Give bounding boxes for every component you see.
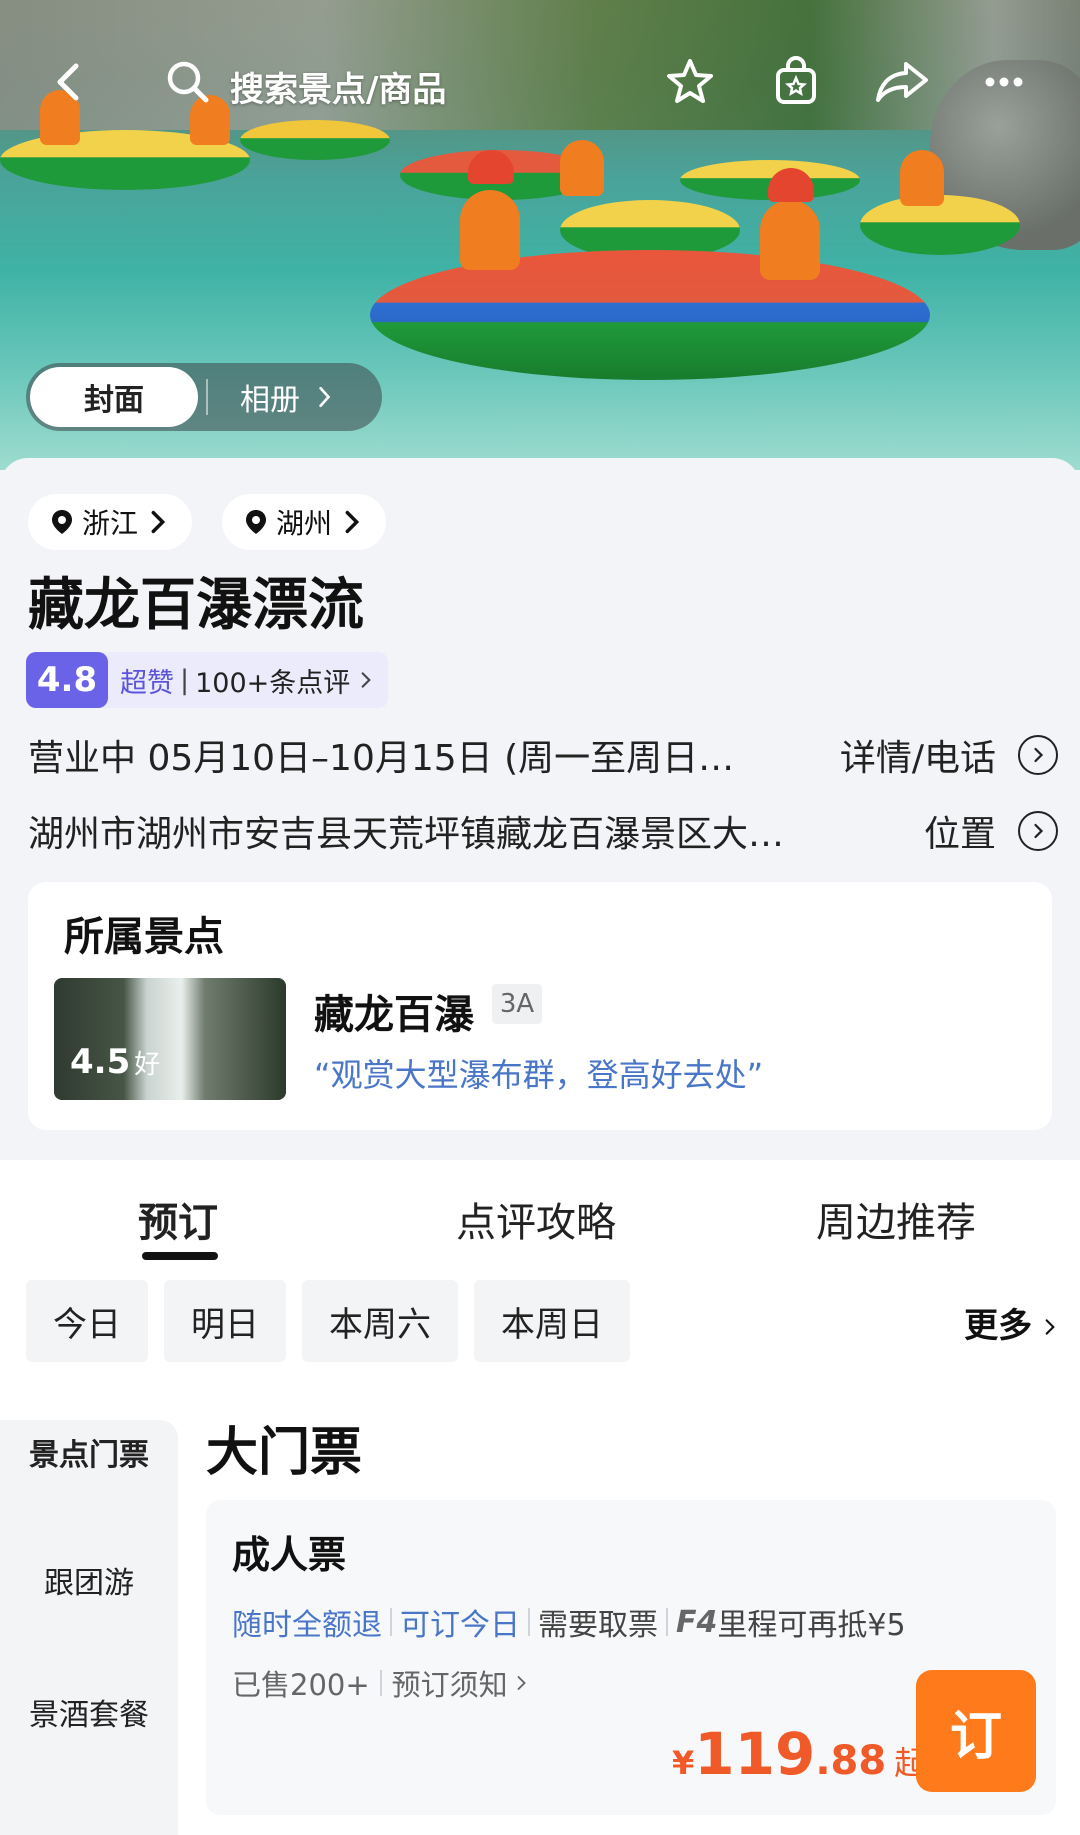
search-icon[interactable] [156,50,220,114]
price-integer: 119 [694,1720,816,1788]
attraction-score-label: 好 [134,1050,161,1080]
location-pin-icon [52,510,72,534]
product-category-nav: 景点门票 跟团游 景酒套餐 [0,1408,178,1835]
date-chip-tomorrow[interactable]: 明日 [164,1280,286,1362]
waterfall-thumbnail: 4.5 好 [54,978,286,1100]
divider [206,379,208,415]
chevron-right-circle-icon [1018,735,1058,775]
tab-reviews-guides[interactable]: 点评攻略 [456,1190,616,1248]
media-switch: 封面 相册 [26,363,382,431]
business-hours-row[interactable]: 营业中 05月10日–10月15日 (周一至周日… 详情/电话 [28,730,1058,780]
parent-attraction-title: 所属景点 [64,914,224,960]
price-decimal: .88 [815,1738,887,1784]
side-item-group-tour[interactable]: 跟团游 [0,1558,178,1602]
region-city-label: 湖州 [276,507,333,540]
page-title: 藏龙百瀑漂流 [28,573,364,638]
ticket-tags: 随时全额退 可订今日 需要取票 F4 里程可再抵¥5 [232,1600,906,1644]
rafter [760,200,820,280]
rating-score: 4.8 [26,652,108,708]
rating-level: 超赞 [120,667,174,699]
side-item-hotel-package[interactable]: 景酒套餐 [0,1690,178,1734]
rating-separator: | [180,664,190,696]
poi-info-card: 浙江 湖州 藏龙百瀑漂流 4.8 超赞 | 100+条点评 营业中 05月10日… [0,458,1080,1158]
more-dates-button[interactable]: 更多 [964,1298,1056,1347]
tag-mileage: 里程可再抵¥5 [717,1608,906,1643]
date-chip-sunday[interactable]: 本周日 [474,1280,630,1362]
raft-main [370,250,930,380]
more-icon[interactable] [972,50,1036,114]
chevron-right-icon [319,386,331,408]
tag-ticket-pickup: 需要取票 [538,1608,658,1643]
address-row[interactable]: 湖州市湖州市安吉县天荒坪镇藏龙百瀑景区大… 位置 [28,806,1058,856]
booking-section: 预订 点评攻略 周边推荐 今日 明日 本周六 本周日 更多 景点门票 跟团游 景… [0,1160,1080,1835]
share-icon[interactable] [862,50,942,114]
price-currency: ¥ [672,1744,695,1782]
tab-album[interactable]: 相册 [240,375,332,419]
date-chip-today[interactable]: 今日 [26,1280,148,1362]
search-input[interactable]: 搜索景点/商品 [230,62,446,111]
sold-count: 已售200+ [232,1668,370,1702]
divider [528,1608,530,1636]
parent-attraction-card[interactable]: 所属景点 4.5 好 藏龙百瀑 3A “观赏大型瀑布群，登高好去处” [28,882,1052,1130]
rafter [900,150,944,206]
tab-cover[interactable]: 封面 [30,367,198,427]
address: 湖州市湖州市安吉县天荒坪镇藏龙百瀑景区大… [28,814,785,855]
f4-badge: F4 [676,1604,718,1640]
back-icon[interactable] [38,50,102,114]
book-button[interactable]: 订 [916,1670,1036,1792]
business-hours: 营业中 05月10日–10月15日 (周一至周日… [28,738,735,779]
location-link[interactable]: 位置 [924,805,996,857]
chevron-right-icon [361,672,372,688]
tag-free-refund: 随时全额退 [232,1608,382,1643]
more-dates-label: 更多 [964,1306,1033,1346]
tag-book-today: 可订今日 [400,1608,520,1643]
active-tab-indicator [142,1252,218,1260]
chevron-right-icon [1045,1319,1055,1335]
location-pin-icon [246,510,266,534]
review-count: 100+条点评 [195,667,351,699]
chevron-right-icon [345,510,360,534]
attraction-grade-badge: 3A [492,984,542,1024]
ticket-card[interactable]: 成人票 随时全额退 可订今日 需要取票 F4 里程可再抵¥5 已售200+ 预订… [206,1500,1056,1815]
tab-album-label: 相册 [240,383,300,418]
ticket-price: ¥ 119 .88 起 [672,1720,926,1788]
tab-booking[interactable]: 预订 [138,1190,218,1248]
chevron-right-circle-icon [1018,811,1058,851]
bag-icon[interactable] [764,50,828,114]
ticket-name: 成人票 [232,1533,347,1577]
attraction-name: 藏龙百瀑 [314,992,474,1038]
rafter [560,140,604,196]
chevron-right-icon [151,510,166,534]
chevron-right-icon [517,1676,526,1690]
star-icon[interactable] [658,50,722,114]
divider [379,1670,382,1696]
attraction-quote: “观赏大型瀑布群，登高好去处” [314,1056,764,1094]
region-province[interactable]: 浙江 [28,494,193,550]
section-title: 大门票 [206,1423,363,1483]
rating-badge[interactable]: 4.8 超赞 | 100+条点评 [26,652,389,708]
region-city[interactable]: 湖州 [222,494,387,550]
attraction-score-value: 4.5 [70,1042,131,1082]
sales-row: 已售200+ 预订须知 [232,1662,527,1704]
attraction-score: 4.5 好 [70,1042,160,1082]
top-nav: 搜索景点/商品 [0,40,1080,130]
region-province-label: 浙江 [82,507,139,540]
divider [390,1608,392,1636]
divider [666,1608,668,1636]
hero-photo: 搜索景点/商品 封面 相册 [0,0,1080,470]
rafter [460,190,520,270]
booking-notice-link[interactable]: 预订须知 [392,1662,508,1704]
side-item-tickets[interactable]: 景点门票 [0,1430,178,1474]
tab-nearby[interactable]: 周边推荐 [816,1190,976,1248]
date-chip-saturday[interactable]: 本周六 [302,1280,458,1362]
details-phone-link[interactable]: 详情/电话 [840,729,996,781]
